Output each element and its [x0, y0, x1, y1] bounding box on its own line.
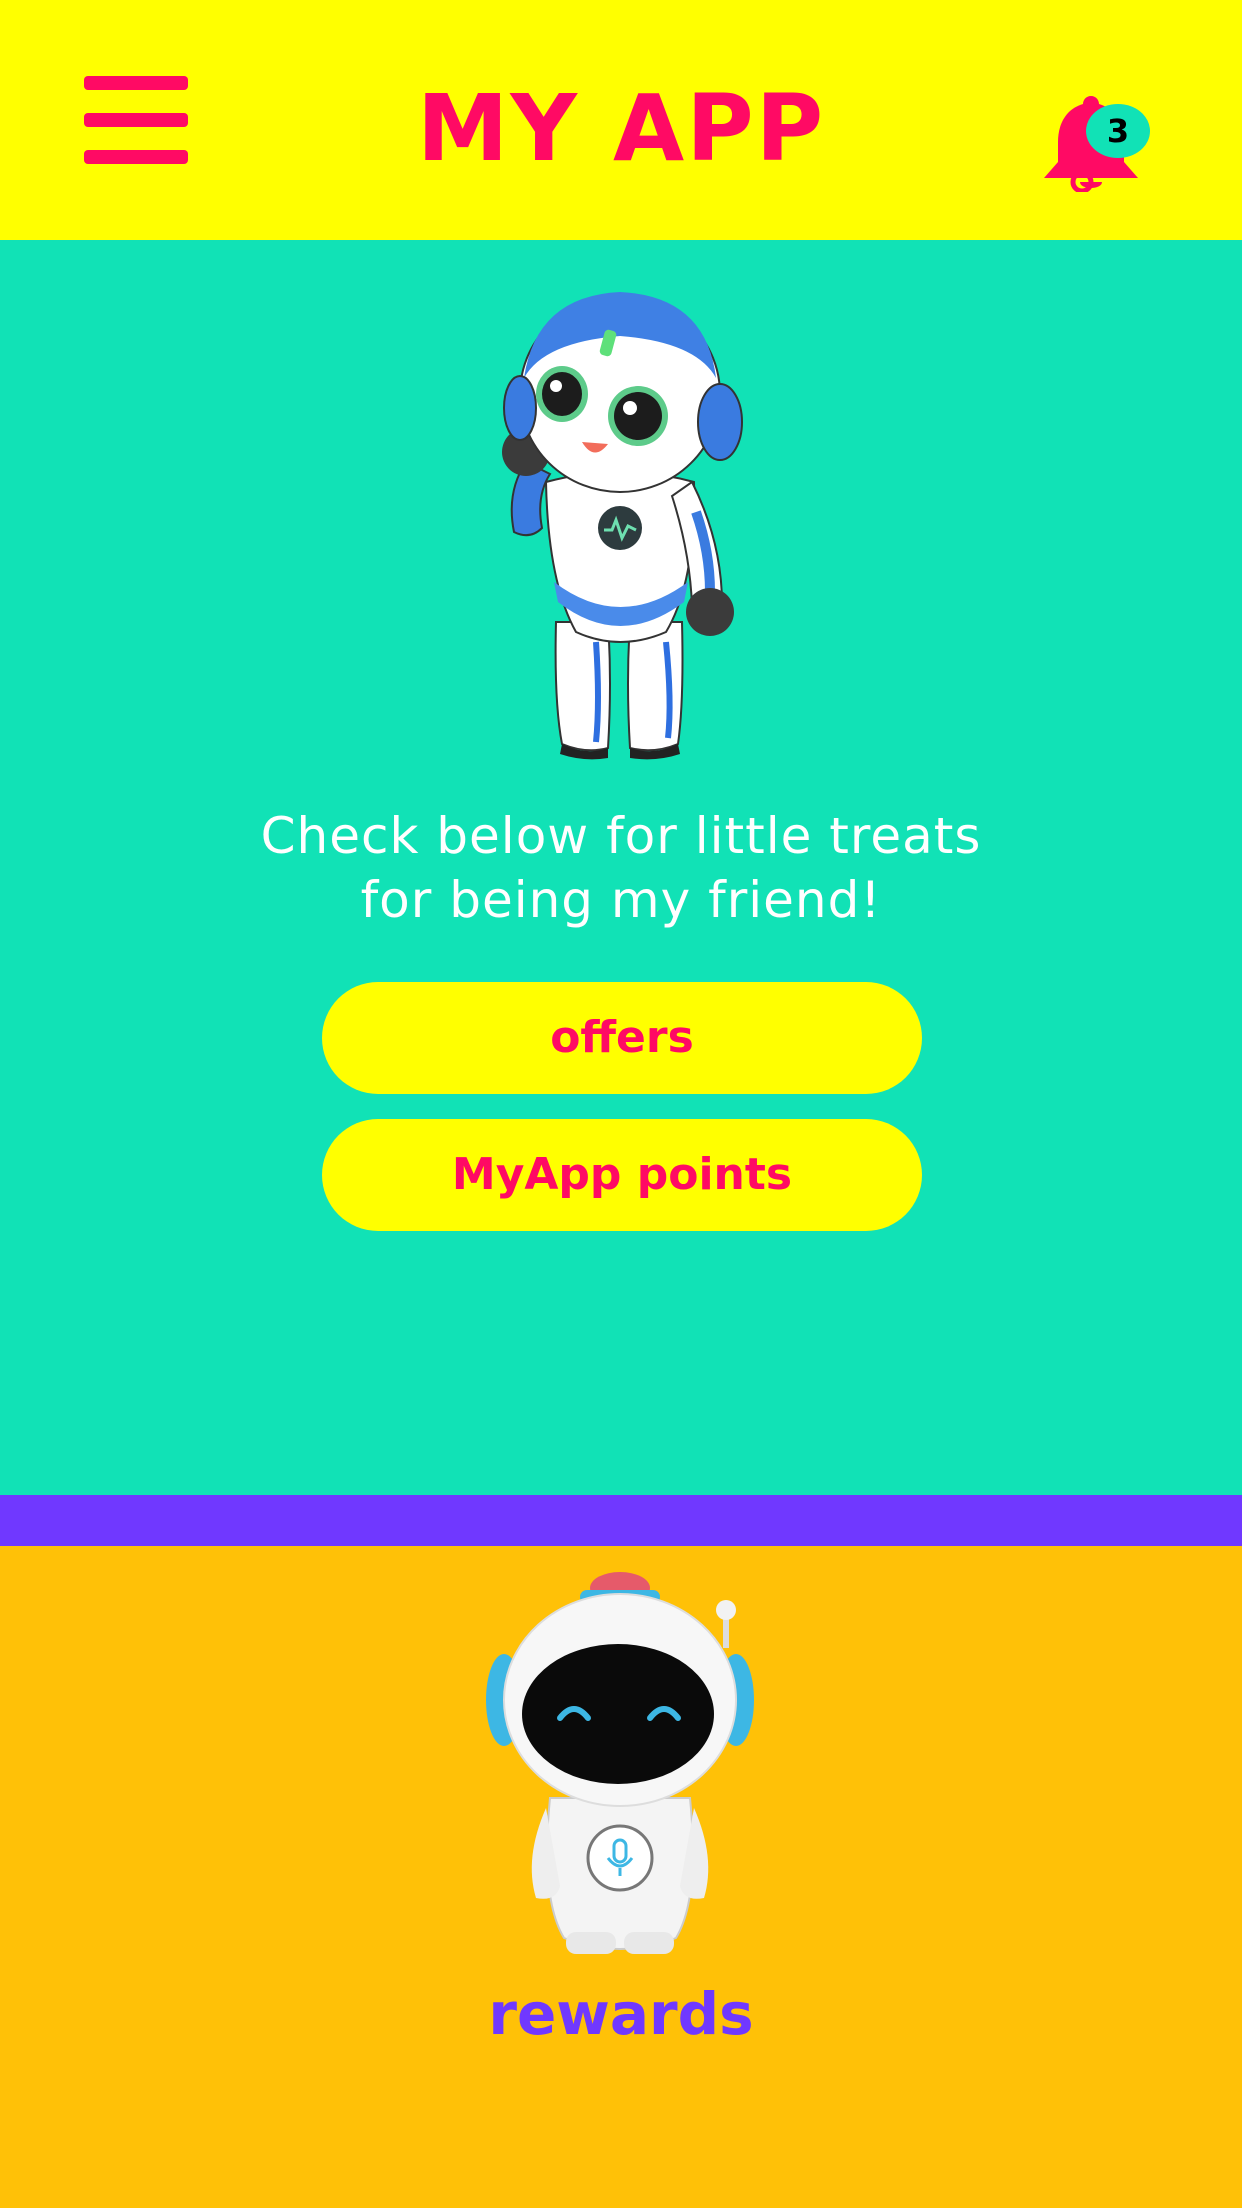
hero-message: Check below for little treats for being … [0, 804, 1242, 932]
myapp-points-button[interactable]: MyApp points [322, 1119, 922, 1231]
offers-button[interactable]: offers [322, 982, 922, 1094]
white-astronaut-robot-illustration [486, 1572, 754, 1954]
top-app-bar: MY APP [0, 0, 1242, 240]
notification-count-badge: 3 [1086, 104, 1150, 158]
hero-message-line-1: Check below for little treats [260, 807, 982, 865]
hero-message-line-2: for being my friend! [360, 871, 882, 929]
blue-white-robot-illustration [502, 292, 743, 760]
section-divider [0, 1495, 1242, 1546]
rewards-label[interactable]: rewards [0, 1978, 1242, 2050]
